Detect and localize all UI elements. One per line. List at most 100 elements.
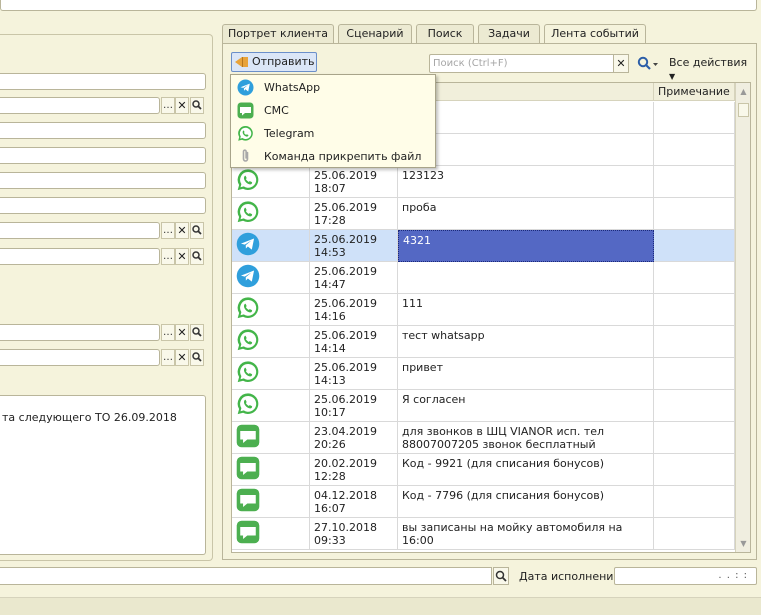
chevron-down-icon: ▼	[669, 72, 676, 81]
scroll-up-arrow[interactable]: ▲	[736, 83, 750, 101]
note-cell[interactable]	[654, 454, 735, 486]
text-cell[interactable]: 111	[398, 294, 654, 326]
note-cell[interactable]	[654, 166, 735, 198]
text-cell[interactable]: Код - 9921 (для списания бонусов)	[398, 454, 654, 486]
text-cell[interactable]: тест whatsapp	[398, 326, 654, 358]
send-button[interactable]: Отправить ▼	[231, 52, 317, 85]
comment-textarea[interactable]: та следующего ТО 26.09.2018	[0, 395, 206, 555]
text-cell[interactable]	[398, 102, 654, 134]
bottom-input-field[interactable]	[0, 567, 492, 585]
left-field-1[interactable]	[0, 73, 206, 90]
menu-item-attach-file[interactable]: Команда прикрепить файл	[231, 145, 435, 168]
bottom-search-button[interactable]	[493, 567, 509, 585]
select-button[interactable]: …	[161, 324, 175, 341]
left-field-7[interactable]	[0, 222, 160, 239]
left-field-8[interactable]	[0, 248, 160, 265]
scroll-thumb[interactable]	[738, 103, 749, 117]
search-icon[interactable]	[190, 222, 204, 239]
select-button[interactable]: …	[161, 248, 175, 265]
date-cell: 25.06.2019 10:17	[310, 390, 398, 422]
top-input-field[interactable]	[0, 0, 757, 11]
left-field-6[interactable]	[0, 197, 206, 214]
text-cell[interactable]: н	[398, 134, 654, 166]
note-cell[interactable]	[654, 486, 735, 518]
due-date-field[interactable]: . . : :	[614, 567, 757, 585]
text-cell[interactable]: Я согласен	[398, 390, 654, 422]
text-cell[interactable]: 4321	[398, 230, 654, 262]
search-icon[interactable]	[190, 97, 204, 114]
table-row[interactable]: 25.06.2019 17:28 проба	[232, 198, 735, 230]
column-header-note[interactable]: Примечание	[654, 83, 735, 101]
note-cell[interactable]	[654, 518, 735, 550]
event-time: 16:07	[314, 502, 346, 515]
text-cell[interactable]: для звонков в ШЦ VIANOR исп. тел 8800700…	[398, 422, 654, 454]
all-actions-menu[interactable]: Все действия ▼	[669, 56, 756, 82]
table-row[interactable]: 04.12.2018 16:07 Код - 7796 (для списания …	[232, 486, 735, 518]
table-row[interactable]: 25.06.2019 14:47	[232, 262, 735, 294]
date-cell: 23.04.2019 20:26	[310, 422, 398, 454]
left-field-3[interactable]	[0, 122, 206, 139]
channel-cell	[232, 518, 310, 550]
note-cell[interactable]	[654, 262, 735, 294]
event-date: 25.06.2019	[314, 297, 377, 310]
tab-scenario[interactable]: Сценарий	[338, 24, 412, 44]
menu-item-label: СМС	[264, 104, 289, 117]
clear-button[interactable]: ✕	[175, 349, 189, 366]
clear-button[interactable]: ✕	[175, 97, 189, 114]
channel-cell	[232, 198, 310, 230]
table-row[interactable]: 23.04.2019 20:26 для звонков в ШЦ VIANOR и…	[232, 422, 735, 454]
clear-button[interactable]: ✕	[175, 248, 189, 265]
tab-tasks[interactable]: Задачи	[478, 24, 540, 44]
text-cell[interactable]	[398, 262, 654, 294]
clear-button[interactable]: ✕	[175, 324, 189, 341]
table-row[interactable]: 25.06.2019 14:13 привет	[232, 358, 735, 390]
left-field-4[interactable]	[0, 147, 206, 164]
scroll-down-arrow[interactable]: ▼	[736, 536, 750, 552]
date-cell: 27.10.2018 09:33	[310, 518, 398, 550]
text-cell[interactable]: 123123	[398, 166, 654, 198]
table-row[interactable]: 27.10.2018 09:33 вы записаны на мойку авто…	[232, 518, 735, 550]
search-icon[interactable]	[190, 324, 204, 341]
menu-item-sms[interactable]: СМС	[231, 99, 435, 122]
left-field-10[interactable]	[0, 349, 160, 366]
tab-event-feed[interactable]: Лента событий	[544, 24, 646, 45]
search-options-button[interactable]	[637, 56, 659, 73]
note-cell[interactable]	[654, 102, 735, 134]
note-cell[interactable]	[654, 422, 735, 454]
column-header-text[interactable]	[398, 83, 654, 101]
table-row[interactable]: 20.02.2019 12:28 Код - 9921 (для списания …	[232, 454, 735, 486]
note-cell[interactable]	[654, 134, 735, 166]
clear-button[interactable]: ✕	[175, 222, 189, 239]
table-row[interactable]: 25.06.2019 14:16 111	[232, 294, 735, 326]
event-text: вы записаны на мойку автомобиля на 16:00	[402, 521, 623, 547]
search-input[interactable]: Поиск (Ctrl+F)	[429, 54, 629, 73]
table-row[interactable]: 25.06.2019 14:14 тест whatsapp	[232, 326, 735, 358]
select-button[interactable]: …	[161, 97, 175, 114]
search-icon[interactable]	[190, 248, 204, 265]
menu-item-telegram[interactable]: Telegram	[231, 122, 435, 145]
text-cell[interactable]: Код - 7796 (для списания бонусов)	[398, 486, 654, 518]
text-cell[interactable]: проба	[398, 198, 654, 230]
note-cell[interactable]	[654, 358, 735, 390]
search-icon[interactable]	[190, 349, 204, 366]
note-cell[interactable]	[654, 198, 735, 230]
vertical-scrollbar[interactable]: ▲ ▼	[735, 83, 750, 552]
note-cell[interactable]	[654, 294, 735, 326]
table-row[interactable]: 25.06.2019 18:07 123123	[232, 166, 735, 198]
note-cell[interactable]	[654, 326, 735, 358]
menu-item-whatsapp[interactable]: WhatsApp	[231, 76, 435, 99]
note-cell[interactable]	[654, 230, 735, 262]
left-field-9[interactable]	[0, 324, 160, 341]
table-row[interactable]: 25.06.2019 14:53 4321	[232, 230, 735, 262]
tab-search[interactable]: Поиск	[416, 24, 474, 44]
table-row[interactable]: 25.06.2019 10:17 Я согласен	[232, 390, 735, 422]
tab-client-portrait[interactable]: Портрет клиента	[222, 24, 334, 44]
left-field-2[interactable]	[0, 97, 160, 114]
select-button[interactable]: …	[161, 349, 175, 366]
left-field-5[interactable]	[0, 172, 206, 189]
note-cell[interactable]	[654, 390, 735, 422]
select-button[interactable]: …	[161, 222, 175, 239]
text-cell[interactable]: привет	[398, 358, 654, 390]
text-cell[interactable]: вы записаны на мойку автомобиля на 16:00	[398, 518, 654, 550]
search-clear-button[interactable]: ✕	[613, 54, 629, 73]
